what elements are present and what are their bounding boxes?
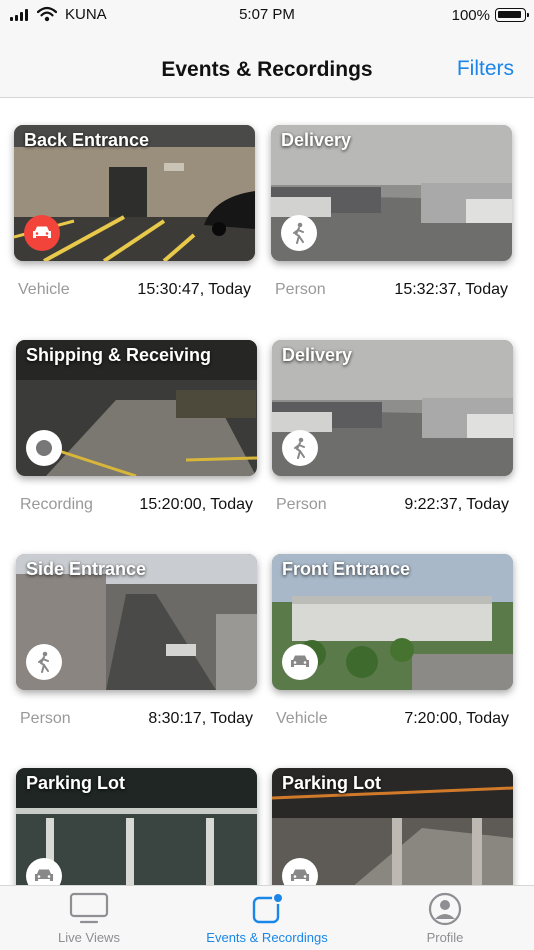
event-card[interactable]: Shipping & Receiving Recording 15:20:00,… [16, 340, 257, 536]
car-icon [291, 655, 309, 667]
event-card[interactable]: Delivery Person 9:22:37, Today [272, 340, 513, 536]
event-timestamp: 15:32:37, Today [394, 281, 508, 298]
event-timestamp: 15:30:47, Today [137, 281, 251, 298]
battery-icon [495, 8, 529, 22]
camera-name: Delivery [281, 130, 352, 150]
wifi-icon [37, 6, 57, 22]
camera-name: Side Entrance [26, 559, 147, 579]
recording-badge [26, 430, 62, 466]
event-thumbnail[interactable]: Shipping & Receiving [16, 340, 257, 476]
event-type: Person [276, 496, 327, 513]
person-badge [26, 644, 62, 680]
tab-live-views[interactable]: Live Views [0, 886, 178, 950]
profile-icon [428, 892, 462, 926]
camera-name: Parking Lot [26, 773, 126, 793]
monitor-icon [69, 892, 109, 924]
car-icon [291, 869, 309, 881]
camera-name: Delivery [282, 345, 353, 365]
car-icon [35, 869, 53, 881]
event-thumbnail[interactable]: Delivery [272, 340, 513, 476]
event-type: Recording [20, 496, 93, 513]
event-thumbnail[interactable]: Side Entrance [16, 554, 257, 690]
status-bar: KUNA 5:07 PM 100% [0, 0, 534, 34]
event-thumbnail[interactable]: Front Entrance [272, 554, 513, 690]
event-card[interactable]: Delivery Person 15:32:37, Today [271, 125, 512, 321]
event-timestamp: 9:22:37, Today [404, 496, 509, 513]
event-card[interactable]: Front Entrance Vehicle 7:20:00, Today [272, 554, 513, 750]
vehicle-badge [24, 215, 60, 251]
navigation-bar: Events & Recordings Filters [0, 34, 534, 98]
event-card[interactable]: Parking Lot [16, 768, 257, 885]
event-card[interactable]: Parking Lot [272, 768, 513, 885]
event-meta: Person 9:22:37, Today [272, 476, 513, 536]
event-timestamp: 15:20:00, Today [139, 496, 253, 513]
person-badge [282, 430, 318, 466]
event-type: Vehicle [18, 281, 70, 298]
page-title: Events & Recordings [161, 58, 373, 81]
event-type: Person [275, 281, 326, 298]
car-icon [33, 226, 51, 238]
filters-button[interactable]: Filters [457, 57, 514, 81]
event-timestamp: 8:30:17, Today [148, 710, 253, 727]
cellular-signal-icon [10, 9, 30, 21]
tab-label: Live Views [58, 930, 120, 945]
camera-name: Back Entrance [24, 130, 150, 150]
tab-label: Events & Recordings [206, 930, 328, 945]
camera-name: Front Entrance [282, 559, 411, 579]
camera-name: Shipping & Receiving [26, 345, 212, 365]
camera-name: Parking Lot [282, 773, 382, 793]
event-meta: Person 8:30:17, Today [16, 690, 257, 750]
record-icon [36, 440, 52, 456]
tab-label: Profile [426, 930, 464, 945]
event-thumbnail[interactable]: Parking Lot [16, 768, 257, 885]
events-grid: Back Entrance Vehicle 15:30:47, Today De… [0, 98, 534, 885]
event-thumbnail[interactable]: Parking Lot [272, 768, 513, 885]
event-timestamp: 7:20:00, Today [404, 710, 509, 727]
tab-profile[interactable]: Profile [356, 886, 534, 950]
vehicle-badge [282, 644, 318, 680]
tab-bar: Live Views Events & Recordings Profile [0, 885, 534, 950]
person-badge [281, 215, 317, 251]
event-meta: Vehicle 7:20:00, Today [272, 690, 513, 750]
event-meta: Vehicle 15:30:47, Today [14, 261, 255, 321]
event-type: Person [20, 710, 71, 727]
event-thumbnail[interactable]: Back Entrance [14, 125, 255, 261]
event-card[interactable]: Side Entrance Person 8:30:17, Today [16, 554, 257, 750]
person-walking-icon [294, 437, 305, 459]
carrier-name: KUNA [65, 6, 107, 23]
event-thumbnail[interactable]: Delivery [271, 125, 512, 261]
event-meta: Recording 15:20:00, Today [16, 476, 257, 536]
event-card[interactable]: Back Entrance Vehicle 15:30:47, Today [14, 125, 255, 321]
events-icon [252, 892, 284, 924]
battery-percentage: 100% [451, 7, 490, 24]
person-walking-icon [38, 651, 49, 673]
person-walking-icon [293, 222, 304, 244]
tab-events-recordings[interactable]: Events & Recordings [178, 886, 356, 950]
event-type: Vehicle [276, 710, 328, 727]
event-meta: Person 15:32:37, Today [271, 261, 512, 321]
